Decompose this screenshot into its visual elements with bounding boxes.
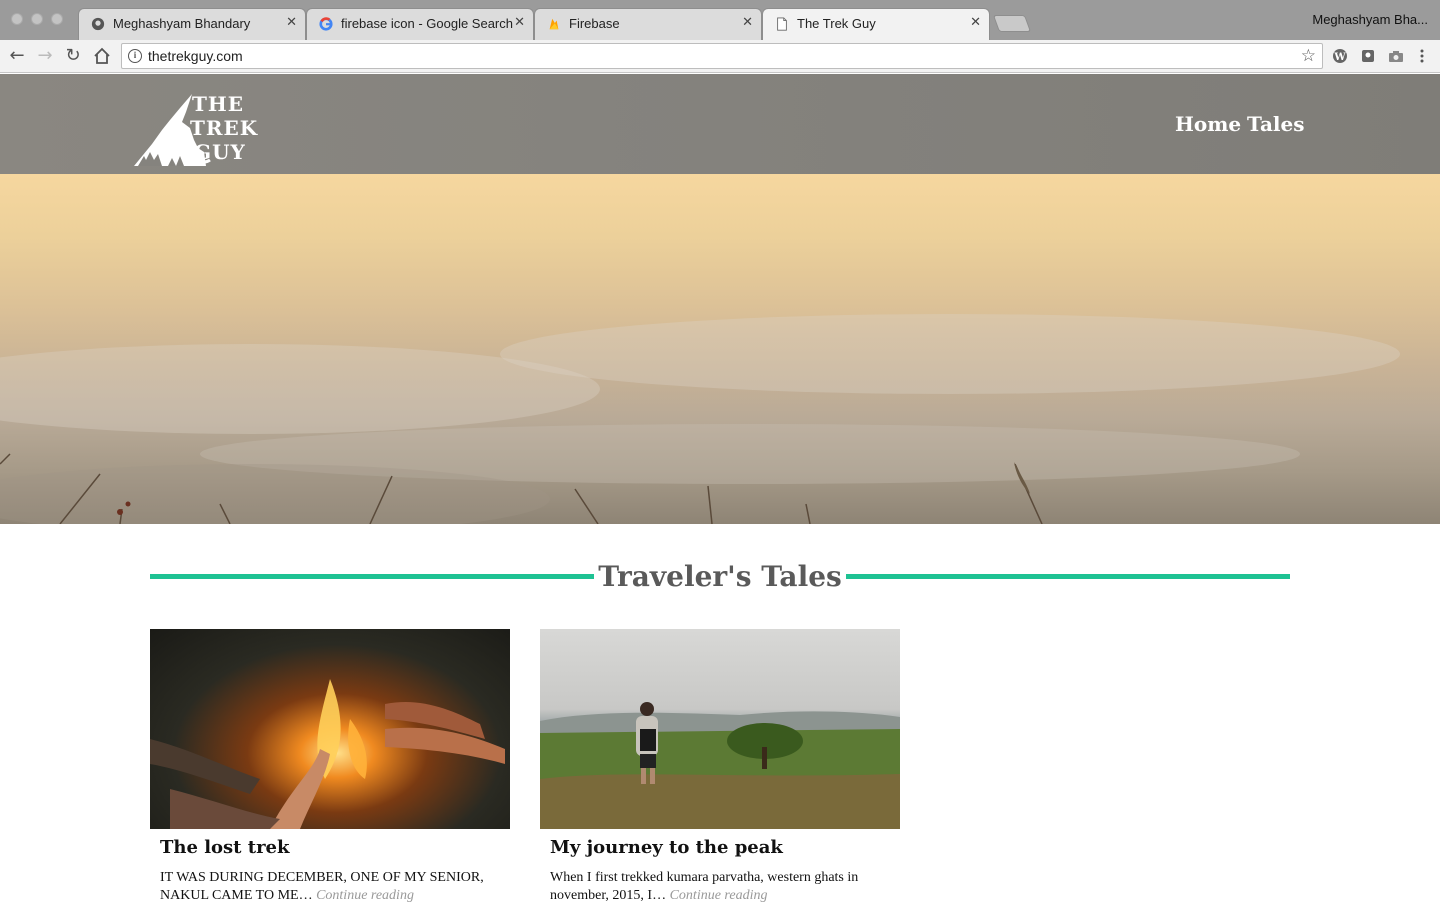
tab-close-icon[interactable]: ✕ xyxy=(742,15,753,30)
post-title[interactable]: The lost trek xyxy=(160,837,289,858)
nav-home-link[interactable]: Home xyxy=(1175,112,1241,136)
post-title[interactable]: My journey to the peak xyxy=(550,837,783,858)
browser-tab[interactable]: Firebase ✕ xyxy=(534,8,762,40)
logo-word-guy: GUY xyxy=(194,140,246,164)
tab-title: firebase icon - Google Search xyxy=(341,16,513,31)
wordpress-icon[interactable]: W xyxy=(1332,48,1348,64)
continue-reading-link[interactable]: Continue reading xyxy=(316,888,414,903)
browser-toolbar: ← → ↻ i thetrekguy.com ☆ W xyxy=(0,40,1440,73)
window-zoom-button[interactable] xyxy=(51,13,63,25)
browser-tab[interactable]: firebase icon - Google Search ✕ xyxy=(306,8,534,40)
home-icon[interactable] xyxy=(91,45,113,67)
browser-tab-active[interactable]: The Trek Guy ✕ xyxy=(762,8,990,40)
browser-tabstrip: Meghashyam Bhandary ✕ firebase icon - Go… xyxy=(0,0,1440,40)
mountain-view-photo[interactable] xyxy=(540,629,900,829)
logo-word-trek: TREK xyxy=(190,116,259,140)
post-card[interactable]: My journey to the peak When I first trek… xyxy=(540,629,900,903)
reload-icon[interactable]: ↻ xyxy=(62,45,84,67)
window-close-button[interactable] xyxy=(11,13,23,25)
tab-close-icon[interactable]: ✕ xyxy=(970,15,981,30)
svg-text:W: W xyxy=(1333,52,1346,63)
github-icon xyxy=(91,17,105,31)
forward-icon[interactable]: → xyxy=(34,45,56,67)
address-bar[interactable]: i thetrekguy.com ☆ xyxy=(121,43,1323,69)
post-card[interactable]: The lost trek IT WAS DURING DECEMBER, ON… xyxy=(150,629,510,903)
tab-title: The Trek Guy xyxy=(797,16,876,31)
continue-reading-link[interactable]: Continue reading xyxy=(670,888,768,903)
window-minimize-button[interactable] xyxy=(31,13,43,25)
tab-title: Meghashyam Bhandary xyxy=(113,16,251,31)
new-tab-button[interactable] xyxy=(992,15,1032,32)
google-icon xyxy=(319,17,333,31)
logo-word-the: THE xyxy=(192,92,245,116)
info-icon[interactable]: i xyxy=(128,49,142,63)
tab-close-icon[interactable]: ✕ xyxy=(286,15,297,30)
section-divider-right xyxy=(846,574,1290,579)
page-icon xyxy=(777,17,787,31)
menu-icon[interactable] xyxy=(1414,48,1430,64)
camera-icon[interactable] xyxy=(1388,48,1404,64)
grass-silhouette xyxy=(0,453,1043,524)
firebase-icon xyxy=(549,18,559,30)
extension-icon[interactable] xyxy=(1360,48,1376,64)
back-icon[interactable]: ← xyxy=(6,45,28,67)
bookmark-star-icon[interactable]: ☆ xyxy=(1301,46,1316,66)
hero-image xyxy=(0,174,1440,524)
browser-tab[interactable]: Meghashyam Bhandary ✕ xyxy=(78,8,306,40)
tab-title: Firebase xyxy=(569,16,620,31)
tab-close-icon[interactable]: ✕ xyxy=(514,15,525,30)
campfire-photo[interactable] xyxy=(150,629,510,829)
url-text[interactable]: thetrekguy.com xyxy=(148,48,243,64)
site-header: THE TREK GUY Home Tales xyxy=(0,74,1440,174)
site-logo[interactable]: THE TREK GUY xyxy=(134,90,257,168)
nav-tales-link[interactable]: Tales xyxy=(1247,112,1305,136)
profile-name[interactable]: Meghashyam Bha... xyxy=(1312,12,1428,27)
